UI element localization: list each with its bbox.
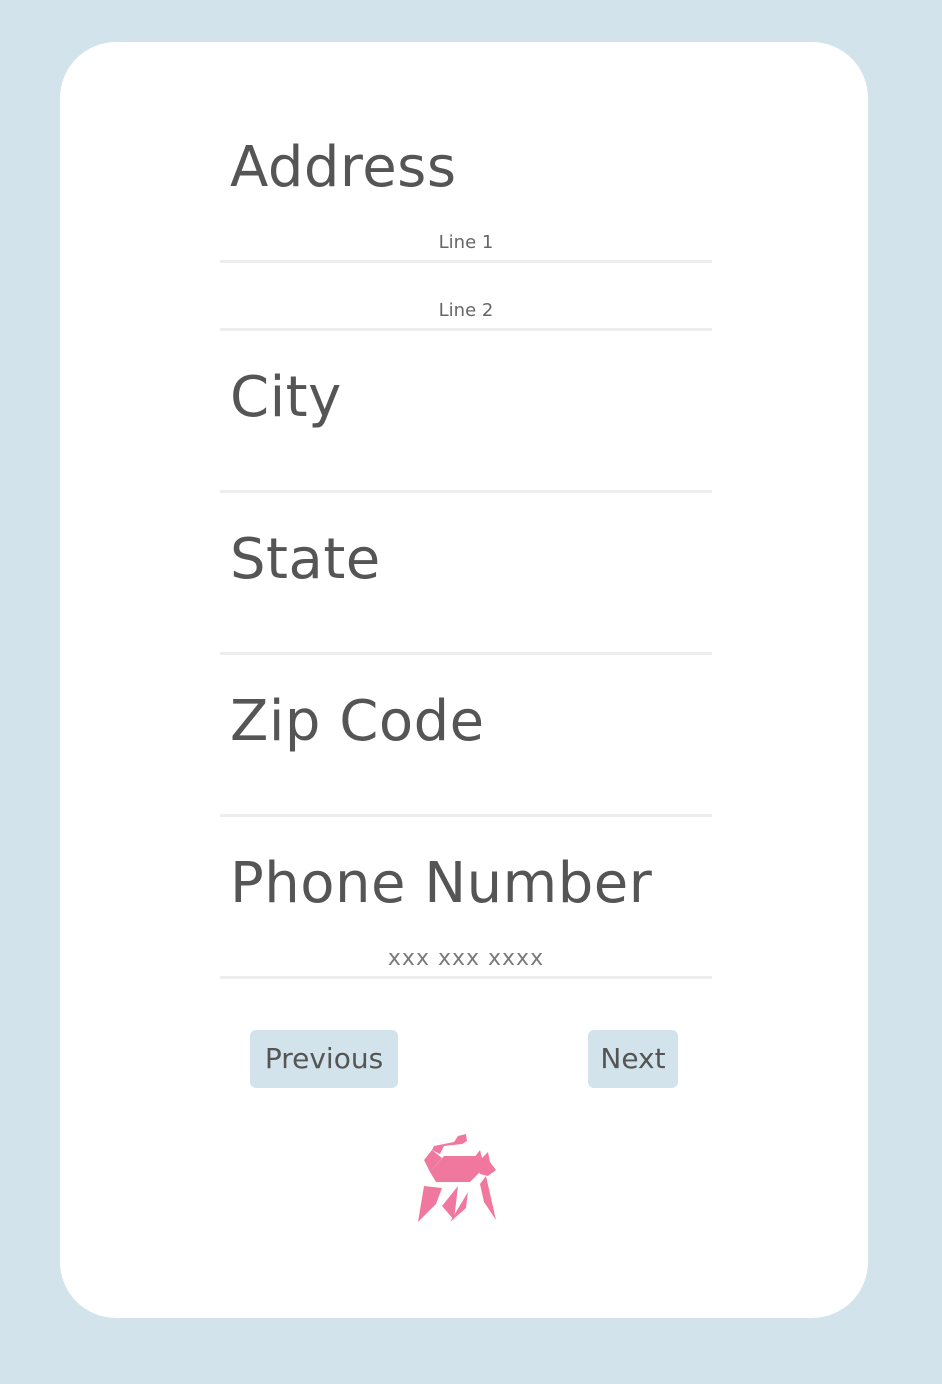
- zip-code-title: Zip Code: [230, 689, 485, 754]
- next-button[interactable]: Next: [588, 1030, 678, 1088]
- city-underline: [220, 490, 712, 493]
- address-line2-input[interactable]: Line 2: [220, 300, 712, 321]
- city-input[interactable]: [220, 432, 712, 488]
- form-card: Address Line 1 Line 2 City State Zip Cod…: [60, 42, 868, 1318]
- address-line2-underline: [220, 328, 712, 331]
- address-title: Address: [230, 135, 457, 200]
- state-input[interactable]: [220, 594, 712, 650]
- previous-button[interactable]: Previous: [250, 1030, 398, 1088]
- state-underline: [220, 652, 712, 655]
- city-title: City: [230, 365, 342, 430]
- address-line1-input[interactable]: Line 1: [220, 232, 712, 253]
- address-line1-underline: [220, 260, 712, 263]
- state-title: State: [230, 527, 381, 592]
- phone-number-title: Phone Number: [230, 851, 653, 916]
- cat-logo-icon: [414, 1134, 514, 1224]
- zip-code-underline: [220, 814, 712, 817]
- phone-number-underline: [220, 976, 712, 979]
- phone-number-input[interactable]: xxx xxx xxxx: [220, 946, 712, 971]
- zip-code-input[interactable]: [220, 756, 712, 812]
